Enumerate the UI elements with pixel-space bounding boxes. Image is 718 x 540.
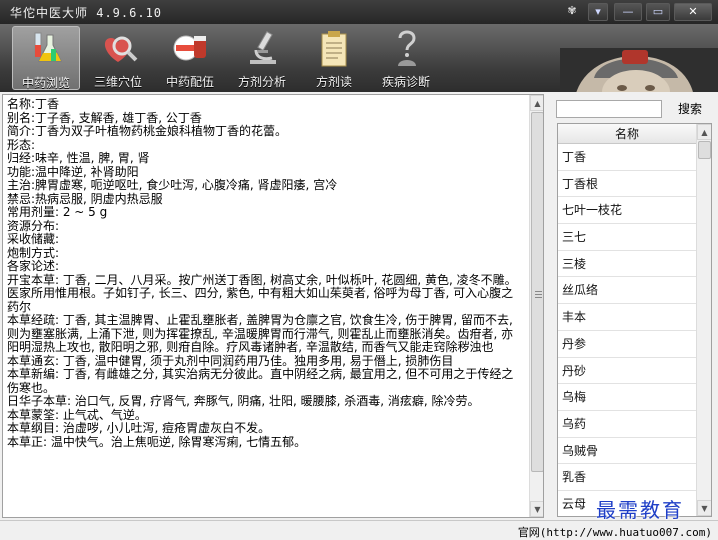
status-bar: 官网(http://www.huatuo007.com) [0, 520, 718, 540]
toolbar-3d-acupoints[interactable]: 三维穴位 [84, 26, 152, 90]
list-item[interactable]: 七叶一枝花 [558, 197, 696, 225]
list-scrollbar[interactable]: ▲ ▼ [696, 124, 711, 516]
detail-line: 简介:丁香为双子叶植物药桃金娘科植物丁香的花蕾。 [7, 124, 288, 138]
list-item[interactable]: 丹砂 [558, 358, 696, 385]
detail-line: 常用剂量: 2 ~ 5 g [7, 205, 108, 219]
detail-line: 炮制方式: [7, 245, 60, 260]
search-button[interactable]: 搜索 [670, 100, 710, 118]
toolbar-label: 方剂分析 [237, 75, 286, 89]
toolbar-herb-browse[interactable]: 中药浏览 [12, 26, 80, 90]
herb-list: 名称 丁香 丁香根 七叶一枝花 三七 三棱 丝瓜络 丰本 丹参 丹砂 乌梅 乌药 乌贼骨 乳香 云母 ▲ … [557, 123, 712, 517]
question-figure-icon [398, 30, 416, 66]
scroll-down-icon[interactable]: ▼ [530, 501, 543, 517]
list-item[interactable]: 丝瓜络 [558, 277, 696, 305]
scroll-thumb[interactable] [698, 141, 711, 159]
detail-line: 名称:丁香 [7, 97, 60, 111]
detail-line: 开宝本草: 丁香, 二月、八月采。按广州送丁香图, 树高丈余, 叶似栎叶, 花圆… [7, 272, 517, 314]
list-item[interactable]: 丁香 [558, 144, 696, 171]
list-item[interactable]: 乳香 [558, 464, 696, 491]
toolbar-label: 疾病诊断 [381, 75, 430, 89]
app-title: 华佗中医大师 4.9.6.10 [10, 6, 163, 20]
title-bar: 华佗中医大师 4.9.6.10 ✾ ▾ — ▭ ✕ [0, 0, 718, 24]
detail-line: 主治:脾胃虚寒, 呃逆呕吐, 食少吐泻, 心腹冷痛, 肾虚阳痿, 宫冷 [7, 178, 338, 192]
detail-line: 本草正: 温中快气。治上焦呃逆, 除胃寒泻痢, 七情五郁。 [7, 434, 307, 449]
pill-bottle-icon [173, 35, 206, 61]
minimize-button[interactable]: — [614, 3, 642, 21]
toolbar-herb-combination[interactable]: 中药配伍 [156, 26, 224, 90]
search-input[interactable] [556, 100, 662, 118]
website-link[interactable]: 官网(http://www.huatuo007.com) [518, 524, 712, 540]
toolbar-disease-diagnosis[interactable]: 疾病诊断 [372, 26, 440, 90]
detail-line: 本草纲目: 治虚哕, 小儿吐泻, 痘疮胃虚灰白不发。 [7, 421, 271, 435]
list-item[interactable]: 乌贼骨 [558, 438, 696, 465]
detail-line: 本草通玄: 丁香, 温中健胃, 须于丸剂中同润药用乃佳。独用多用, 易于僭上, … [7, 353, 454, 368]
list-item[interactable]: 丰本 [558, 304, 696, 331]
scroll-up-icon[interactable]: ▲ [530, 95, 543, 111]
watermark-text: 最需教育 [596, 498, 684, 522]
toolbar-formula-reading[interactable]: 方剂读 [300, 26, 368, 90]
list-item[interactable]: 丹参 [558, 331, 696, 358]
toolbar-formula-analysis[interactable]: 方剂分析 [228, 26, 296, 90]
toolbar-label: 中药配伍 [165, 75, 214, 89]
list-item[interactable]: 乌梅 [558, 384, 696, 411]
toolbar-label: 中药浏览 [21, 76, 70, 90]
detail-line: 本草新编: 丁香, 有雌雄之分, 其实治病无分彼此。直中阴经之病, 最宜用之, … [7, 367, 514, 395]
list-item[interactable]: 乌药 [558, 411, 696, 438]
list-item[interactable]: 丁香根 [558, 171, 696, 198]
detail-scrollbar[interactable]: ▲ ▼ [529, 95, 543, 517]
heart-magnifier-icon [104, 36, 138, 62]
maximize-button[interactable]: ▭ [646, 3, 670, 21]
toolbar-label: 方剂读 [315, 75, 352, 89]
detail-line: 禁忌:热病忌服, 阴虚内热忌服 [7, 191, 163, 206]
skin-icon[interactable]: ✾ [565, 4, 579, 18]
main-content: 名称:丁香 别名:丁子香, 支解香, 雄丁香, 公丁香 简介:丁香为双子叶植物药桃金… [0, 92, 718, 520]
detail-line: 形态: [7, 137, 36, 152]
herb-list-panel: 搜索 名称 丁香 丁香根 七叶一枝花 三七 三棱 丝瓜络 丰本 丹参 丹砂 乌梅 乌药 乌贼骨 乳香 云母… [552, 92, 718, 520]
main-toolbar: 中药浏览 三维穴位 中药配伍 方剂分析 方剂读 疾病诊断 [0, 24, 718, 116]
clipboard-icon [321, 31, 347, 67]
scroll-thumb[interactable] [531, 112, 543, 472]
scroll-up-icon[interactable]: ▲ [697, 124, 711, 140]
detail-line: 功能:温中降逆, 补肾助阳 [7, 164, 139, 179]
list-item[interactable]: 三七 [558, 224, 696, 251]
detail-line: 各家论述: [7, 259, 60, 273]
microscope-icon [250, 31, 276, 64]
herb-detail-text[interactable]: 名称:丁香 别名:丁子香, 支解香, 雄丁香, 公丁香 简介:丁香为双子叶植物药桃金… [3, 95, 529, 517]
close-button[interactable]: ✕ [674, 3, 712, 21]
detail-line: 本草蒙筌: 止气忒、气逆。 [7, 407, 147, 422]
scroll-down-icon[interactable]: ▼ [697, 500, 711, 516]
detail-line: 本草经疏: 丁香, 其主温脾胃、止霍乱壅胀者, 盖脾胃为仓廪之官, 饮食生冷, … [7, 313, 517, 354]
detail-line: 别名:丁子香, 支解香, 雄丁香, 公丁香 [7, 110, 202, 125]
herb-detail-panel: 名称:丁香 别名:丁子香, 支解香, 雄丁香, 公丁香 简介:丁香为双子叶植物药桃金… [2, 94, 544, 518]
detail-line: 日华子本草: 治口气, 反胃, 疗肾气, 奔豚气, 阴痛, 壮阳, 暖腰膝, 杀… [7, 394, 480, 408]
flask-icon [34, 32, 62, 62]
herb-list-body: 丁香 丁香根 七叶一枝花 三七 三棱 丝瓜络 丰本 丹参 丹砂 乌梅 乌药 乌贼骨 乳香 云母 [558, 144, 696, 516]
list-header-name[interactable]: 名称 [558, 124, 696, 144]
toolbar-label: 三维穴位 [93, 75, 142, 89]
list-item[interactable]: 三棱 [558, 251, 696, 278]
detail-line: 资源分布: [7, 218, 60, 233]
detail-line: 归经:味辛, 性温, 脾, 胃, 肾 [7, 151, 150, 165]
detail-line: 采收储藏: [7, 232, 60, 246]
mode-button[interactable]: ▾ [588, 3, 608, 21]
